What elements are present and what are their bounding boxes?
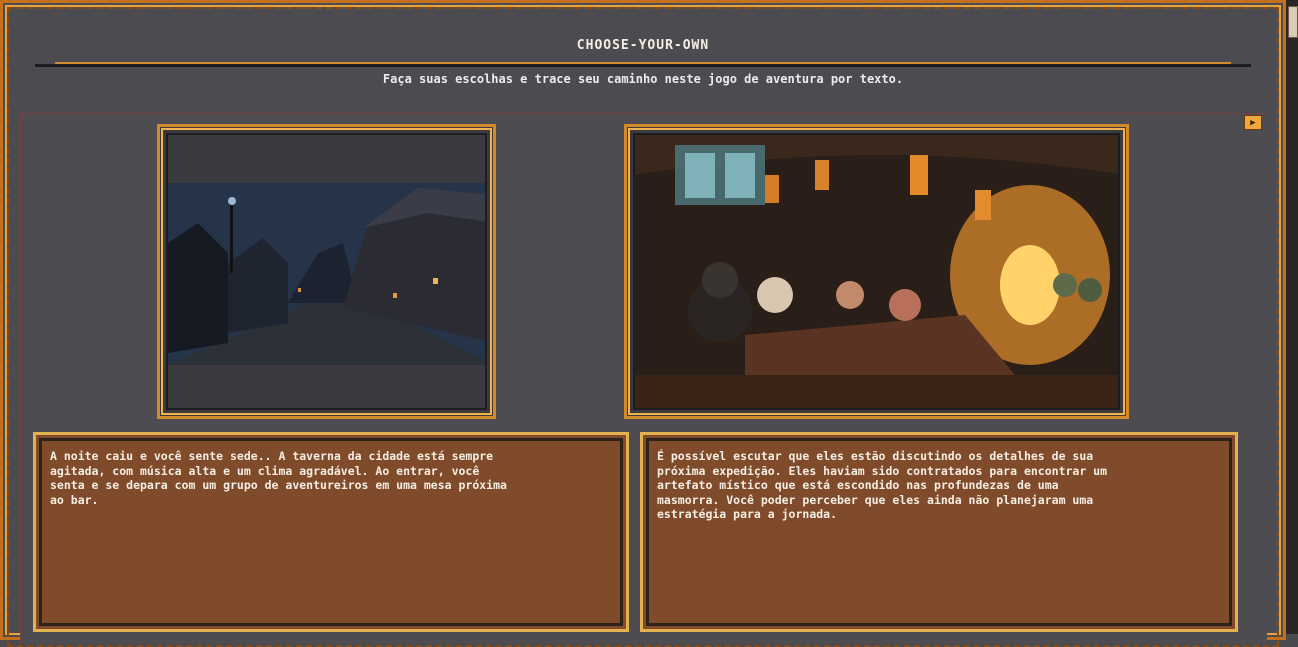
scrollbar-thumb[interactable] bbox=[1288, 6, 1298, 38]
tavern-image-frame bbox=[624, 124, 1129, 419]
tavern-image-viewport bbox=[633, 133, 1120, 410]
scene-text-left: A noite caiu e você sente sede.. A taver… bbox=[33, 432, 629, 632]
tavern-image bbox=[635, 135, 1118, 408]
vertical-scrollbar[interactable] bbox=[1284, 0, 1298, 634]
night-street-image bbox=[168, 183, 485, 365]
scene-text-right: É possível escutar que eles estão discut… bbox=[640, 432, 1238, 632]
title-divider bbox=[35, 62, 1251, 67]
street-image-frame bbox=[157, 124, 496, 419]
street-image-viewport bbox=[166, 133, 487, 410]
play-button[interactable]: ▶ bbox=[1244, 115, 1262, 130]
play-icon: ▶ bbox=[1250, 117, 1256, 128]
game-title: CHOOSE-YOUR-OWN bbox=[576, 38, 710, 53]
game-subtitle: Faça suas escolhas e trace seu caminho n… bbox=[382, 72, 904, 86]
scene-text-right-body: É possível escutar que eles estão discut… bbox=[657, 449, 1108, 521]
scene-text-left-body: A noite caiu e você sente sede.. A taver… bbox=[50, 449, 507, 507]
